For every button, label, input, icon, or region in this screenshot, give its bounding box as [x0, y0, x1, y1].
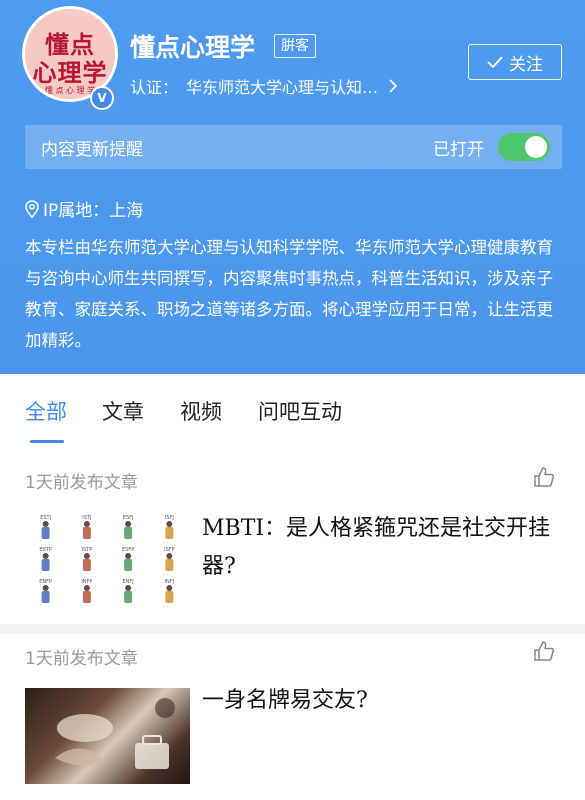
mbti-figure-head: [83, 585, 90, 591]
mbti-type-label: INFP: [81, 579, 92, 585]
mbti-type-label: INFJ: [165, 579, 175, 585]
mbti-type-label: ISTJ: [82, 515, 91, 521]
mbti-figure-head: [42, 553, 49, 559]
follow-button-label: 关注: [509, 54, 543, 75]
account-name: 懂点心理学: [130, 33, 256, 62]
verification-text: 华东师范大学心理与认知…: [186, 78, 379, 97]
reminder-control: 已打开: [433, 133, 550, 161]
article-thumbnail-fashion[interactable]: [25, 688, 190, 784]
location-pin-icon: [25, 199, 39, 218]
feed-item[interactable]: 1天前发布文章 ESTJ ISTJ ESFJ ISFJ ESTP ISTP ESFP ISFP…: [0, 454, 585, 624]
mbti-type-label: ISFJ: [165, 515, 174, 521]
mbti-illustration: ESTJ ISTJ ESFJ ISFJ ESTP ISTP ESFP ISFP ENFP INFP…: [39, 515, 175, 603]
like-icon[interactable]: [533, 466, 555, 488]
avatar[interactable]: 懂点 心理学 懂 点 心 理 学 V: [22, 6, 118, 110]
mbti-figure-head: [125, 521, 132, 527]
mbti-type-label: ESTP: [39, 547, 51, 553]
mbti-figure-body: [124, 559, 133, 571]
mbti-figure-head: [166, 585, 173, 591]
chevron-right-icon: [389, 79, 398, 93]
ip-location: IP属地：上海: [25, 196, 143, 221]
mbti-figure-body: [41, 559, 50, 571]
tab-qa-interaction[interactable]: 问吧互动: [258, 396, 342, 426]
mbti-type-label: ESTJ: [40, 515, 51, 521]
verification-label: 认证：: [130, 78, 179, 97]
mbti-figure-body: [82, 591, 91, 603]
mbti-type-label: ISTP: [82, 547, 93, 553]
mbti-figure-head: [83, 521, 90, 527]
mbti-figure-body: [165, 527, 174, 539]
mbti-type-label: ESFP: [122, 547, 134, 553]
feed-item-title[interactable]: 一身名牌易交友?: [202, 682, 557, 720]
mbti-figure-head: [42, 585, 49, 591]
verification-link[interactable]: 认证： 华东师范大学心理与认知…: [130, 72, 440, 100]
mbti-figure-body: [165, 559, 174, 571]
profile-header: 懂点 心理学 懂 点 心 理 学 V 懂点心理学 腁客 关注 认证： 华东师范大…: [0, 0, 585, 374]
feed-divider: [0, 624, 585, 634]
tab-videos[interactable]: 视频: [180, 396, 222, 426]
mbti-figure-body: [82, 559, 91, 571]
content-tabs: 全部 文章 视频 问吧互动: [0, 374, 585, 454]
tab-all[interactable]: 全部: [25, 396, 67, 426]
mbti-type-label: ESFJ: [123, 515, 134, 521]
content-update-reminder: 内容更新提醒 已打开: [25, 125, 562, 169]
mbti-figure-body: [124, 591, 133, 603]
feed-item-meta: 1天前发布文章: [25, 649, 138, 669]
mbti-figure-body: [41, 527, 50, 539]
reminder-status: 已打开: [433, 139, 484, 160]
mbti-type-label: ENFJ: [123, 579, 134, 585]
feed-item[interactable]: 1天前发布文章 一身名牌易交友?: [0, 634, 585, 800]
mbti-figure-body: [165, 591, 174, 603]
mbti-figure-head: [166, 553, 173, 559]
mbti-figure-head: [166, 521, 173, 527]
fashion-photo: [55, 698, 175, 769]
mbti-type-label: ENFP: [39, 579, 52, 585]
like-icon[interactable]: [533, 640, 555, 662]
mbti-figure-body: [82, 527, 91, 539]
feed-item-title[interactable]: MBTI：是人格紧箍咒还是社交开挂器?: [202, 510, 557, 586]
author-tag-badge: 腁客: [274, 34, 316, 58]
article-thumbnail-mbti[interactable]: ESTJ ISTJ ESFJ ISFJ ESTP ISTP ESFP ISFP ENFP INFP…: [25, 512, 190, 608]
mbti-figure-body: [124, 527, 133, 539]
toggle-knob: [525, 136, 547, 158]
mbti-figure-head: [83, 553, 90, 559]
column-description: 本专栏由华东师范大学心理与认知科学学院、华东师范大学心理健康教育与咨询中心师生共…: [25, 238, 553, 350]
avatar-logo-line2: 心理学: [32, 58, 108, 87]
mbti-figure-head: [125, 585, 132, 591]
mbti-type-label: ISFP: [164, 547, 175, 553]
reminder-label: 内容更新提醒: [41, 139, 143, 160]
check-icon: [487, 56, 503, 68]
ip-location-text: IP属地：上海: [43, 201, 144, 221]
active-tab-indicator: [30, 440, 64, 443]
mbti-figure-body: [41, 591, 50, 603]
tab-articles[interactable]: 文章: [102, 396, 144, 426]
follow-button[interactable]: 关注: [468, 44, 562, 80]
verified-badge-icon: V: [90, 86, 114, 110]
mbti-figure-head: [125, 553, 132, 559]
mbti-figure-head: [42, 521, 49, 527]
reminder-toggle[interactable]: [498, 133, 550, 161]
feed-item-meta: 1天前发布文章: [25, 473, 138, 493]
